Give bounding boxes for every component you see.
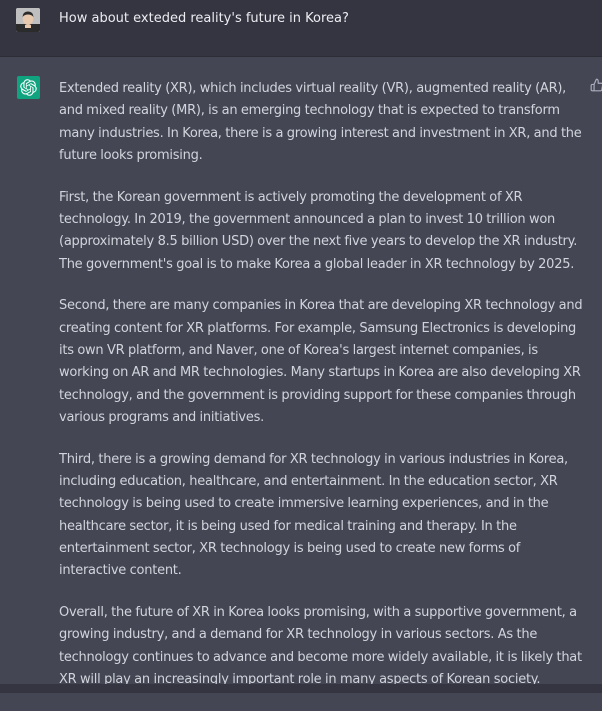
answer-paragraph-1: Extended reality (XR), which includes vi…	[59, 81, 582, 163]
answer-paragraph-3: Second, there are many companies in Kore…	[59, 298, 583, 425]
answer-paragraph-4: Third, there is a growing demand for XR …	[59, 451, 568, 579]
next-message-row	[0, 684, 602, 693]
answer-paragraph-5: Overall, the future of XR in Korea looks…	[59, 604, 582, 687]
assistant-message-row: Extended reality (XR), which includes vi…	[0, 57, 602, 687]
chatgpt-logo-icon	[17, 76, 40, 99]
user-avatar	[16, 8, 40, 32]
thumbs-up-icon[interactable]	[590, 77, 602, 92]
answer-paragraph-2: First, the Korean government is actively…	[59, 189, 578, 272]
user-avatar-icon	[16, 8, 40, 32]
assistant-message-text: Extended reality (XR), which includes vi…	[59, 78, 585, 711]
user-message-row: How about exteded reality's future in Ko…	[0, 0, 602, 57]
user-message-text: How about exteded reality's future in Ko…	[59, 11, 349, 26]
